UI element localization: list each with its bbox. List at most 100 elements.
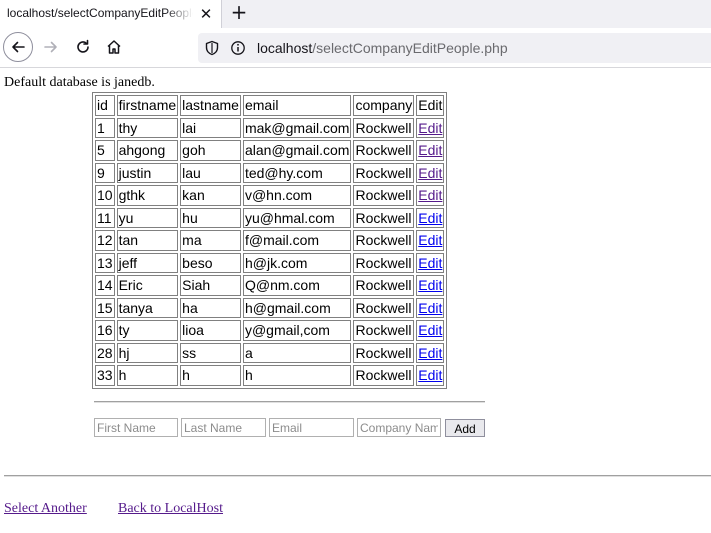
header-id: id — [95, 95, 115, 116]
cell-firstname: thy — [116, 117, 179, 138]
cell-lastname: ss — [180, 342, 241, 363]
table-row: 12 tan ma f@mail.com Rockwell Edit — [95, 230, 445, 251]
cell-company: Rockwell — [353, 342, 415, 363]
edit-link[interactable]: Edit — [418, 367, 442, 383]
cell-company: Rockwell — [353, 140, 415, 161]
forward-arrow-icon — [44, 41, 57, 53]
table-row: 14 Eric Siah Q@nm.com Rockwell Edit — [95, 275, 445, 296]
email-input[interactable] — [269, 418, 354, 437]
cell-lastname: ha — [180, 297, 241, 318]
table-row: 33 h h h Rockwell Edit — [95, 365, 445, 386]
header-email: email — [242, 95, 352, 116]
add-button[interactable]: Add — [445, 419, 485, 437]
url-host: localhost — [257, 40, 313, 56]
cell-id: 5 — [95, 140, 115, 161]
table-row: 1 thy lai mak@gmail.com Rockwell Edit — [95, 117, 445, 138]
edit-link[interactable]: Edit — [418, 322, 442, 338]
cell-firstname: h — [116, 365, 179, 386]
cell-company: Rockwell — [353, 185, 415, 206]
cell-firstname: gthk — [116, 185, 179, 206]
edit-link[interactable]: Edit — [418, 345, 442, 361]
edit-link[interactable]: Edit — [418, 142, 442, 158]
first-name-input[interactable] — [94, 418, 178, 437]
cell-firstname: ty — [116, 320, 179, 341]
table-row: 10 gthk kan v@hn.com Rockwell Edit — [95, 185, 445, 206]
page-content: Default database is janedb. id firstname… — [0, 69, 711, 533]
navigation-bar: localhost/selectCompanyEditPeople.php — [0, 28, 711, 68]
cell-email: Q@nm.com — [242, 275, 352, 296]
last-name-input[interactable] — [181, 418, 266, 437]
cell-email: a — [242, 342, 352, 363]
back-to-localhost-link[interactable]: Back to LocalHost — [118, 501, 223, 517]
cell-firstname: Eric — [116, 275, 179, 296]
edit-link[interactable]: Edit — [418, 300, 442, 316]
table-header-row: id firstname lastname email company Edit — [95, 95, 445, 116]
select-another-link[interactable]: Select Another — [4, 501, 87, 517]
cell-email: mak@gmail.com — [242, 117, 352, 138]
people-table-body: 1 thy lai mak@gmail.com Rockwell Edit 5 ahgong g… — [95, 117, 445, 386]
edit-link[interactable]: Edit — [418, 120, 442, 136]
header-edit: Edit — [416, 95, 445, 116]
new-tab-icon[interactable]: + — [228, 1, 250, 23]
site-info-icon[interactable] — [230, 40, 246, 56]
cell-company: Rockwell — [353, 162, 415, 183]
table-row: 16 ty lioa y@gmail,com Rockwell Edit — [95, 320, 445, 341]
page-divider — [4, 475, 711, 477]
table-row: 15 tanya ha h@gmail.com Rockwell Edit — [95, 297, 445, 318]
cell-email: h@jk.com — [242, 252, 352, 273]
cell-lastname: lau — [180, 162, 241, 183]
tracking-protection-shield-icon[interactable] — [204, 40, 220, 56]
cell-id: 13 — [95, 252, 115, 273]
cell-lastname: hu — [180, 207, 241, 228]
tab-bar: localhost/selectCompanyEditPeople.php ✕ … — [0, 0, 711, 28]
forward-button[interactable] — [36, 32, 66, 62]
home-icon — [107, 40, 121, 54]
cell-lastname: kan — [180, 185, 241, 206]
cell-email: y@gmail,com — [242, 320, 352, 341]
header-company: company — [353, 95, 415, 116]
cell-edit: Edit — [416, 365, 445, 386]
edit-link[interactable]: Edit — [418, 165, 442, 181]
active-tab[interactable]: localhost/selectCompanyEditPeople.php ✕ — [0, 0, 222, 28]
cell-edit: Edit — [416, 140, 445, 161]
cell-lastname: goh — [180, 140, 241, 161]
cell-lastname: lioa — [180, 320, 241, 341]
table-row: 9 justin lau ted@hy.com Rockwell Edit — [95, 162, 445, 183]
cell-id: 12 — [95, 230, 115, 251]
home-button[interactable] — [99, 32, 129, 62]
cell-lastname: Siah — [180, 275, 241, 296]
cell-lastname: h — [180, 365, 241, 386]
table-row: 13 jeff beso h@jk.com Rockwell Edit — [95, 252, 445, 273]
edit-link[interactable]: Edit — [418, 277, 442, 293]
cell-firstname: ahgong — [116, 140, 179, 161]
cell-edit: Edit — [416, 275, 445, 296]
cell-firstname: yu — [116, 207, 179, 228]
edit-link[interactable]: Edit — [418, 255, 442, 271]
cell-edit: Edit — [416, 117, 445, 138]
cell-edit: Edit — [416, 252, 445, 273]
form-divider — [94, 401, 485, 403]
edit-link[interactable]: Edit — [418, 187, 442, 203]
cell-edit: Edit — [416, 230, 445, 251]
url-text[interactable]: localhost/selectCompanyEditPeople.php — [257, 40, 508, 56]
cell-firstname: tan — [116, 230, 179, 251]
close-tab-icon[interactable]: ✕ — [196, 4, 216, 24]
cell-company: Rockwell — [353, 252, 415, 273]
company-name-input[interactable] — [357, 418, 441, 437]
cell-id: 28 — [95, 342, 115, 363]
cell-edit: Edit — [416, 185, 445, 206]
edit-link[interactable]: Edit — [418, 210, 442, 226]
cell-id: 16 — [95, 320, 115, 341]
edit-link[interactable]: Edit — [418, 232, 442, 248]
cell-firstname: hj — [116, 342, 179, 363]
cell-edit: Edit — [416, 297, 445, 318]
cell-company: Rockwell — [353, 297, 415, 318]
cell-id: 11 — [95, 207, 115, 228]
cell-firstname: tanya — [116, 297, 179, 318]
back-button[interactable] — [3, 32, 33, 62]
reload-button[interactable] — [68, 32, 98, 62]
address-bar[interactable]: localhost/selectCompanyEditPeople.php — [198, 33, 711, 63]
table-row: 28 hj ss a Rockwell Edit — [95, 342, 445, 363]
cell-edit: Edit — [416, 320, 445, 341]
table-row: 5 ahgong goh alan@gmail.com Rockwell Edit — [95, 140, 445, 161]
